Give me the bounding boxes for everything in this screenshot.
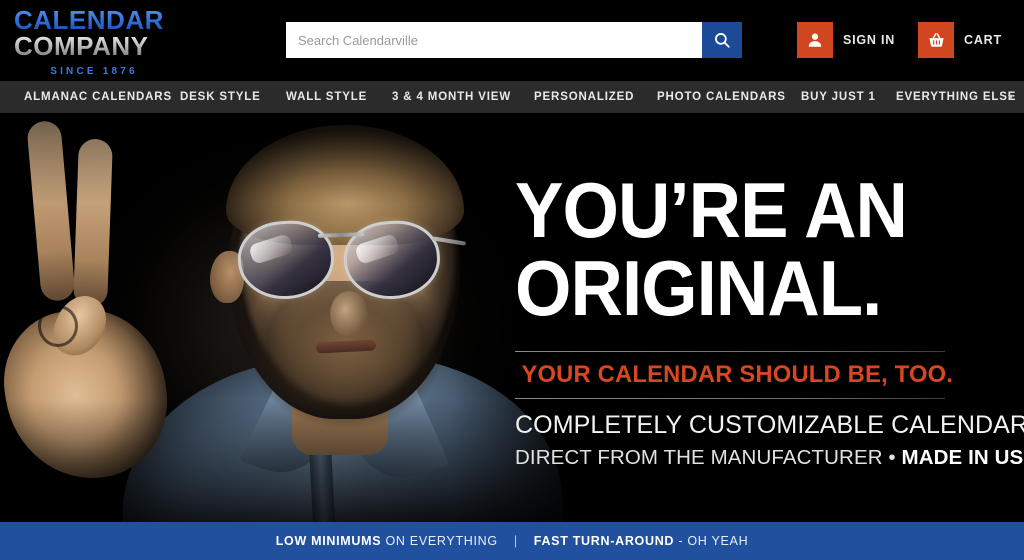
site-logo[interactable]: CALENDAR COMPANY SINCE 1876 <box>14 7 174 77</box>
nav-item-buy-just-1[interactable]: BUY JUST 1 <box>799 91 878 103</box>
cart-button[interactable]: CART <box>918 22 1002 58</box>
shopping-basket-icon <box>928 32 944 47</box>
hero-subheadline: YOUR CALENDAR SHOULD BE, TOO. <box>521 361 954 388</box>
nav-item-personalized[interactable]: PERSONALIZED <box>532 91 636 103</box>
search-icon <box>715 33 730 48</box>
hero-divider-bottom <box>515 398 945 399</box>
nav-item-wall-style[interactable]: WALL STYLE <box>284 91 369 103</box>
cart-icon-box <box>918 22 954 58</box>
nav-item-photo-calendars[interactable]: PHOTO CALENDARS <box>655 91 788 103</box>
sign-in-label: SIGN IN <box>843 33 896 47</box>
logo-line-company: COMPANY <box>14 32 174 60</box>
chevron-down-icon[interactable]: ▼ <box>1006 92 1015 102</box>
hero-tagline-secondary: DIRECT FROM THE MANUFACTURER • MADE IN U… <box>515 446 1024 470</box>
site-header: CALENDAR COMPANY SINCE 1876 SIG <box>0 0 1024 81</box>
nav-item-everything-else[interactable]: EVERYTHING ELSE <box>894 91 1018 103</box>
hero-tagline-primary: COMPLETELY CUSTOMIZABLE CALENDARS <box>515 411 1024 439</box>
nav-item-almanac-calendars[interactable]: ALMANAC CALENDARS <box>22 91 174 103</box>
main-navigation: ALMANAC CALENDARS DESK STYLE WALL STYLE … <box>0 81 1024 113</box>
promo-plain-on-everything: ON EVERYTHING <box>381 534 498 548</box>
promo-plain-oh-yeah: - OH YEAH <box>674 534 749 548</box>
hero-divider-top <box>515 351 945 352</box>
promo-bold-fast-turnaround: FAST TURN-AROUND <box>533 534 675 548</box>
sign-in-button[interactable]: SIGN IN <box>797 22 895 58</box>
hero-tagline-made-in-usa: MADE IN USA <box>901 446 1024 469</box>
promo-bold-low-minimums: LOW MINIMUMS <box>275 534 382 548</box>
promo-separator: | <box>513 534 518 548</box>
sign-in-icon-box <box>797 22 833 58</box>
nav-item-desk-style[interactable]: DESK STYLE <box>178 91 263 103</box>
promo-banner-text: LOW MINIMUMS ON EVERYTHING | FAST TURN-ARO… <box>276 534 749 548</box>
hero-headline-line-1: YOU’RE AN <box>515 166 908 254</box>
hero-banner: YOU’RE AN ORIGINAL. YOUR CALENDAR SHOULD… <box>0 113 1024 522</box>
search-button[interactable] <box>702 22 742 58</box>
search-bar <box>286 22 742 58</box>
promo-banner: LOW MINIMUMS ON EVERYTHING | FAST TURN-ARO… <box>0 522 1024 560</box>
user-icon <box>808 33 822 47</box>
hero-headline-line-2: ORIGINAL. <box>515 244 882 332</box>
logo-line-calendar: CALENDAR <box>14 7 174 33</box>
hero-tagline-secondary-plain: DIRECT FROM THE MANUFACTURER • <box>515 446 902 469</box>
search-input[interactable] <box>286 22 702 58</box>
page-root: CALENDAR COMPANY SINCE 1876 SIG <box>0 0 1024 560</box>
nav-item-3-4-month-view[interactable]: 3 & 4 MONTH VIEW <box>390 91 513 103</box>
cart-label: CART <box>964 33 1002 47</box>
logo-tagline: SINCE 1876 <box>50 66 138 78</box>
